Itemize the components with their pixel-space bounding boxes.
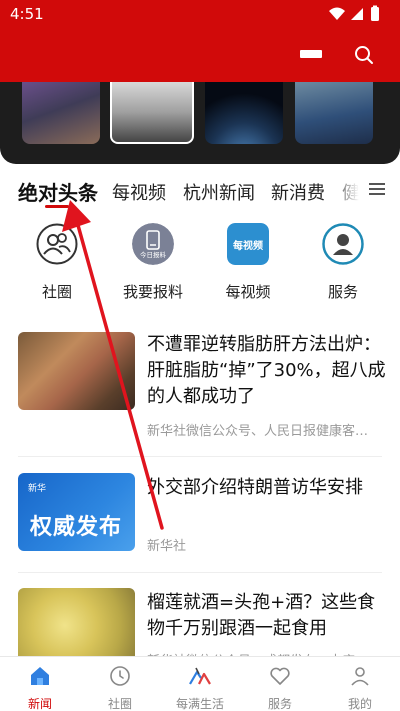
quick-link-report[interactable]: 今日报料 我要报料 — [113, 223, 193, 302]
banner-thumb-robot[interactable] — [110, 82, 194, 144]
status-time: 4:51 — [10, 5, 44, 23]
xinhua-badge: 新华 — [28, 484, 47, 494]
people-icon — [36, 223, 78, 265]
clock-icon — [110, 666, 130, 686]
nav-label: 每满生活 — [175, 697, 224, 711]
official-release-text: 权威发布 — [30, 515, 123, 540]
nav-label: 新闻 — [27, 697, 52, 711]
nav-news[interactable]: 新闻 — [0, 657, 80, 711]
tab-video[interactable]: 每视频 — [112, 179, 166, 205]
news-title[interactable]: 不遭罪逆转脂肪肝方法出炉：肝脏脂肪“掉”了30%，超八成的人都成功了 — [147, 332, 387, 410]
quick-link-label: 服务 — [327, 283, 358, 301]
channel-menu-icon[interactable] — [369, 181, 385, 197]
status-icons — [329, 5, 379, 21]
home-icon — [31, 667, 49, 685]
news-divider — [18, 456, 382, 457]
video-logo-text: 每视频 — [233, 239, 263, 252]
quick-link-label: 我要报料 — [122, 283, 183, 301]
news-title[interactable]: 外交部介绍特朗普访华安排 — [147, 475, 387, 501]
news-image-official-release[interactable]: 新华 权威发布 — [18, 473, 135, 551]
heart-icon — [270, 667, 290, 685]
active-tab-indicator — [45, 205, 69, 208]
nav-label: 我的 — [347, 697, 372, 711]
report-icon: 今日报料 — [132, 223, 174, 265]
header-menu-dash-icon[interactable] — [300, 50, 322, 58]
banner-thumb-earth[interactable] — [205, 82, 283, 144]
nav-label: 服务 — [267, 697, 292, 711]
quick-link-community[interactable]: 社圈 — [17, 223, 97, 302]
quick-link-label: 每视频 — [225, 283, 271, 301]
report-icon-text: 今日报料 — [140, 250, 167, 259]
service-agent-icon — [322, 223, 364, 265]
news-divider — [18, 572, 382, 573]
quick-link-service[interactable]: 服务 — [303, 223, 383, 302]
tab-hangzhou-news[interactable]: 杭州新闻 — [183, 179, 255, 205]
signal-icon — [351, 8, 363, 20]
banner-thumb-crowd[interactable] — [22, 82, 100, 144]
news-title[interactable]: 榴莲就酒=头孢+酒？这些食物千万别跟酒一起食用 — [147, 590, 387, 642]
bottom-navigation: 新闻 社圈 每满生活 服务 我的 — [0, 656, 400, 711]
tab-headlines[interactable]: 绝对头条 — [18, 177, 98, 206]
wifi-icon — [329, 7, 345, 20]
app-screen: 4:51 绝对头条 每视频 杭州新闻 新消费 健 — [0, 0, 400, 711]
quick-link-label: 社圈 — [41, 283, 72, 301]
news-item[interactable]: 榴莲就酒=头孢+酒？这些食物千万别跟酒一起食用 新华社微信公众号、成都发布、中店 — [0, 588, 400, 669]
news-meta: 新华社 — [147, 539, 187, 554]
news-meta: 新华社微信公众号、人民日报健康客… — [147, 424, 369, 439]
nav-label: 社圈 — [107, 697, 132, 711]
news-item[interactable]: 新华 权威发布 外交部介绍特朗普访华安排 新华社 — [0, 473, 400, 563]
nav-service[interactable]: 服务 — [240, 657, 320, 711]
video-logo-icon: 每视频 — [227, 223, 269, 265]
mountain-logo-icon — [189, 667, 211, 685]
banner-carousel[interactable] — [0, 82, 400, 164]
status-bar: 4:51 — [0, 0, 400, 28]
news-item[interactable]: 不遭罪逆转脂肪肝方法出炉：肝脏脂肪“掉”了30%，超八成的人都成功了 新华社微信… — [0, 332, 400, 452]
tabs-fade — [330, 172, 366, 212]
nav-life[interactable]: 每满生活 — [160, 657, 240, 711]
quick-link-video[interactable]: 每视频 每视频 — [208, 223, 288, 302]
search-icon[interactable] — [352, 43, 376, 67]
tab-new-consumption[interactable]: 新消费 — [271, 179, 325, 205]
battery-icon — [371, 7, 379, 21]
nav-community[interactable]: 社圈 — [80, 657, 160, 711]
news-image-sweet-potato[interactable] — [18, 332, 135, 410]
news-image-durian[interactable] — [18, 588, 135, 656]
user-icon — [351, 667, 369, 686]
nav-mine[interactable]: 我的 — [320, 657, 400, 711]
banner-thumb-students[interactable] — [295, 82, 373, 144]
